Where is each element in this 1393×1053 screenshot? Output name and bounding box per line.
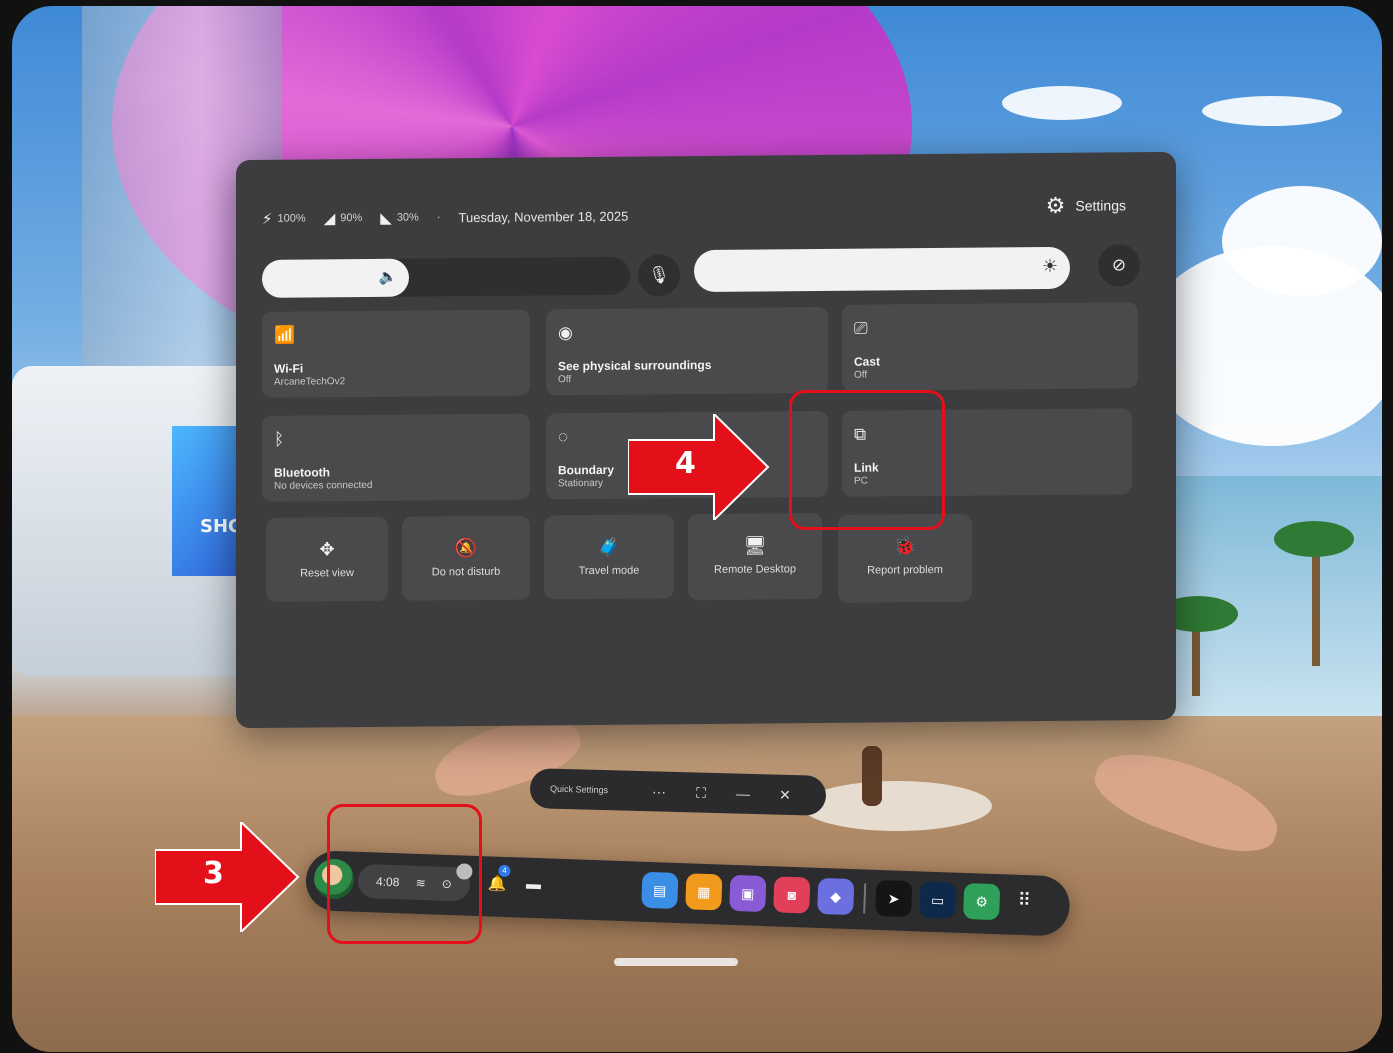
tile-cast[interactable]: ⎚ Cast Off [842, 302, 1138, 391]
tile-travel-mode[interactable]: 🧳 Travel mode [544, 514, 674, 600]
window-bar: Quick Settings ··· ⛶ — ✕ [529, 768, 827, 816]
app-glyph: ▦ [696, 883, 711, 900]
tile-label: Remote Desktop [714, 563, 796, 576]
arrow-shape [628, 414, 770, 520]
app-glyph: ▤ [652, 881, 667, 899]
minimize-button[interactable]: — [722, 785, 764, 802]
headset-battery: ⚡ 100% [262, 209, 306, 228]
status-row: ⚡ 100% ◢ 90% ◣ 30% · Tuesday, November 1… [262, 207, 628, 228]
tile-title: See physical surroundings [558, 357, 712, 374]
sun-icon: ☀ [1041, 255, 1058, 277]
notification-badge: 4 [498, 864, 511, 878]
tile-subtitle: Off [854, 369, 868, 381]
background-building: SHOP [12, 366, 262, 676]
camera-app-icon[interactable]: ◙ [773, 876, 811, 914]
tile-label: Travel mode [578, 564, 640, 578]
highlight-box-status [327, 804, 482, 944]
close-button[interactable]: ✕ [764, 786, 806, 804]
headset-battery-value: 100% [277, 212, 306, 225]
remote-desktop-app-icon[interactable]: ▭ [919, 881, 957, 919]
tile-do-not-disturb[interactable]: 🔕 Do not disturb [402, 515, 530, 601]
volume-fill: 🔈 [262, 258, 410, 298]
monitor-stand [802, 781, 992, 831]
tracking-off-icon: ⊘ [1111, 255, 1127, 275]
volume-slider[interactable]: 🔈 [262, 256, 630, 298]
gear-icon: ⚙ [1045, 192, 1066, 219]
app-glyph: ▣ [740, 884, 755, 902]
status-separator: · [436, 211, 441, 224]
app-glyph: ◆ [830, 887, 842, 905]
settings-app-icon[interactable]: ⚙ [963, 882, 1001, 921]
tile-reset-view[interactable]: ✥ Reset view [266, 516, 388, 602]
monitor-icon: ▭ [930, 891, 945, 908]
tile-title: Bluetooth [274, 465, 330, 480]
tile-subtitle: No devices connected [274, 479, 373, 492]
highlight-box-link [789, 390, 945, 530]
step-4-label: 4 [675, 446, 696, 481]
cloud [1002, 86, 1122, 120]
settings-label: Settings [1075, 197, 1126, 214]
microphone-icon: 🎙 [648, 265, 670, 285]
bluetooth-icon: ᛒ [274, 429, 285, 449]
left-controller-value: 30% [396, 211, 419, 224]
tile-label: Report problem [867, 563, 943, 577]
controller-right-icon: ◢ [323, 210, 336, 228]
tile-label: Do not disturb [431, 565, 501, 579]
gear-icon: ⚙ [975, 892, 989, 910]
app-grid-icon[interactable]: ⠿ [1017, 890, 1031, 911]
palm-leaves [1274, 521, 1354, 557]
brightness-slider[interactable]: ☀ [694, 246, 1070, 293]
more-options-button[interactable]: ··· [638, 783, 680, 800]
tile-title: Wi-Fi [274, 361, 304, 376]
wifi-icon: 📶 [274, 325, 296, 345]
app-icon-5[interactable]: ◆ [817, 877, 855, 916]
app-icon-2[interactable]: ▦ [685, 873, 723, 911]
camera-icon: ◙ [787, 886, 797, 904]
travel-icon: 🧳 [597, 536, 621, 557]
palm-trunk [1312, 546, 1320, 666]
home-indicator [614, 958, 738, 966]
cloud [1202, 96, 1342, 126]
headset-icon[interactable]: ▬ [526, 876, 542, 894]
bell-off-icon: 🔕 [454, 537, 478, 559]
bell-icon[interactable]: 🔔 [488, 874, 507, 893]
tile-wifi[interactable]: 📶 Wi-Fi ArcaneTechOv2 [262, 309, 530, 398]
controller-left-icon: ◣ [380, 209, 392, 227]
tile-see-physical-surroundings[interactable]: ◉ See physical surroundings Off [546, 306, 828, 396]
microphone-button[interactable]: 🎙 [638, 254, 680, 297]
tracking-toggle-button[interactable]: ⊘ [1098, 244, 1140, 287]
taskbar-separator [863, 883, 867, 914]
headset-battery-icon: ⚡ [262, 210, 273, 228]
speaker-icon: 🔈 [378, 268, 398, 286]
tile-subtitle: Off [558, 374, 572, 386]
cloud [1222, 186, 1382, 296]
arrow-step-4 [628, 414, 770, 520]
right-controller-battery: ◢ 90% [324, 209, 363, 227]
tile-label: Reset view [300, 567, 354, 580]
move-icon: ✥ [319, 539, 335, 560]
arrow-shape [155, 822, 300, 932]
app-icon-6[interactable]: ➤ [875, 879, 913, 918]
monitor-icon: 🖥 [743, 535, 767, 556]
date-label: Tuesday, November 18, 2025 [458, 208, 629, 225]
left-controller-battery: ◣ 30% [380, 209, 419, 227]
eye-icon: ◉ [558, 323, 573, 343]
tile-subtitle: ArcaneTechOv2 [274, 376, 346, 388]
settings-button[interactable]: ⚙ Settings [1046, 192, 1126, 219]
step-3-label: 3 [203, 856, 224, 891]
bug-icon: 🐞 [893, 536, 917, 557]
window-title: Quick Settings [549, 783, 609, 796]
right-controller-value: 90% [340, 211, 363, 225]
shark-icon: ➤ [887, 889, 900, 907]
tile-title: Cast [854, 354, 881, 369]
expand-button[interactable]: ⛶ [680, 784, 722, 802]
tile-bluetooth[interactable]: ᛒ Bluetooth No devices connected [262, 413, 530, 502]
app-icon-3[interactable]: ▣ [729, 874, 767, 913]
app-icon-1[interactable]: ▤ [641, 871, 679, 909]
monitor-neck [862, 746, 882, 806]
arrow-step-3 [155, 822, 300, 932]
brightness-fill: ☀ [694, 246, 1070, 293]
cast-icon: ⎚ [854, 318, 868, 338]
